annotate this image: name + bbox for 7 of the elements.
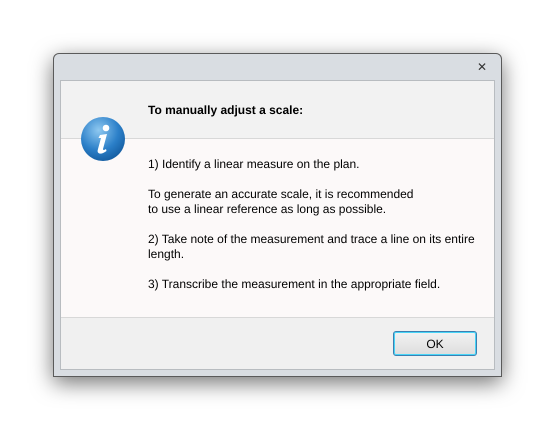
- instruction-text: 2) Take note of the measurement and trace a line on its entire length.: [148, 232, 476, 262]
- instruction-text: 1) Identify a linear measure on the plan.: [148, 157, 360, 172]
- instruction-text: To generate an accurate scale, it is recommended to use a linear reference as long as possible.: [148, 187, 414, 217]
- ok-button[interactable]: OK: [393, 331, 477, 356]
- instruction-text: 3) Transcribe the measurement in the appropriate field.: [148, 277, 442, 292]
- close-button[interactable]: ✕: [473, 61, 491, 73]
- dialog-heading: To manually adjust a scale:: [148, 102, 304, 118]
